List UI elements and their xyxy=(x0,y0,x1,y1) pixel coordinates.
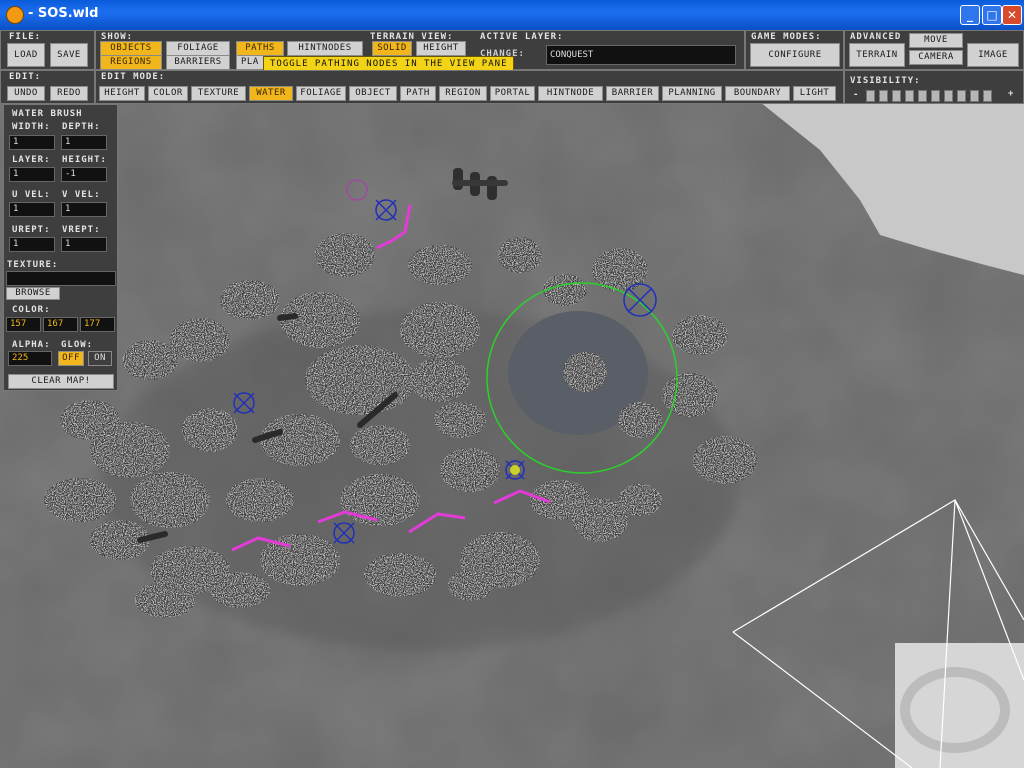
width-label: Width: xyxy=(12,122,51,132)
window-title: - SOS.wld xyxy=(28,6,99,21)
configure-button[interactable]: Configure xyxy=(750,43,840,67)
visibility-decrease-button[interactable]: - xyxy=(853,90,859,100)
game-modes-panel: Game Modes: Configure xyxy=(745,30,844,70)
mode-height-button[interactable]: Height xyxy=(99,86,145,101)
glow-off-toggle[interactable]: Off xyxy=(58,351,84,366)
mode-object-button[interactable]: Object xyxy=(349,86,397,101)
show-regions-toggle[interactable]: Regions xyxy=(100,55,162,70)
edit-panel: Edit: Undo Redo xyxy=(0,70,95,104)
layer-input[interactable]: 1 xyxy=(9,167,55,182)
visibility-slot[interactable] xyxy=(944,90,953,102)
vrept-label: VRept: xyxy=(62,225,101,235)
glow-on-toggle[interactable]: On xyxy=(88,351,112,366)
texture-input[interactable] xyxy=(6,271,116,286)
depth-label: Depth: xyxy=(62,122,101,132)
game-modes-label: Game Modes: xyxy=(751,32,822,42)
pond-edge-foliage xyxy=(618,402,662,438)
close-button[interactable]: ✕ xyxy=(1002,5,1022,25)
load-button[interactable]: Load xyxy=(7,43,45,67)
visibility-label: Visibility: xyxy=(850,76,921,86)
visibility-slot[interactable] xyxy=(970,90,979,102)
world-viewport[interactable] xyxy=(0,30,1024,768)
mode-planning-button[interactable]: Planning xyxy=(662,86,722,101)
edit-mode-label: Edit Mode: xyxy=(101,72,166,82)
uvel-input[interactable]: 1 xyxy=(9,202,55,217)
alpha-label: Alpha: xyxy=(12,340,51,350)
show-foliage-toggle[interactable]: Foliage xyxy=(166,41,230,56)
vrept-input[interactable]: 1 xyxy=(61,237,107,252)
mode-water-button[interactable]: Water xyxy=(249,86,293,101)
file-label: File: xyxy=(9,32,42,42)
layer-label: Layer: xyxy=(12,155,51,165)
uvel-label: U Vel: xyxy=(12,190,51,200)
window-titlebar: - SOS.wld _ □ ✕ xyxy=(0,0,1024,30)
camera-button[interactable]: Camera xyxy=(909,50,963,65)
terrain-height-toggle[interactable]: Height xyxy=(416,41,466,56)
edit-mode-panel: Edit Mode: Height Color Texture Water Fo… xyxy=(95,70,844,104)
image-button[interactable]: Image xyxy=(967,43,1019,67)
mode-region-button[interactable]: Region xyxy=(439,86,487,101)
redo-button[interactable]: Redo xyxy=(50,86,88,101)
move-button[interactable]: Move xyxy=(909,33,963,48)
save-button[interactable]: Save xyxy=(50,43,88,67)
file-panel: File: Load Save xyxy=(0,30,95,70)
visibility-slot[interactable] xyxy=(918,90,927,102)
visibility-slot[interactable] xyxy=(931,90,940,102)
clear-map-button[interactable]: Clear Map! xyxy=(8,374,114,389)
alpha-input[interactable]: 225 xyxy=(8,351,52,366)
objective-marker-icon[interactable] xyxy=(510,465,520,475)
visibility-slot[interactable] xyxy=(866,90,875,102)
advanced-panel: Advanced Terrain Move Camera Image xyxy=(844,30,1024,70)
show-paths-toggle[interactable]: Paths xyxy=(236,41,284,56)
advanced-label: Advanced xyxy=(850,32,902,42)
height-input[interactable]: -1 xyxy=(61,167,107,182)
mode-portal-button[interactable]: Portal xyxy=(490,86,535,101)
visibility-slot[interactable] xyxy=(957,90,966,102)
visibility-slot[interactable] xyxy=(905,90,914,102)
texture-label: Texture: xyxy=(7,260,59,270)
terrain-view[interactable] xyxy=(0,30,1024,768)
edit-label: Edit: xyxy=(9,72,42,82)
advanced-terrain-button[interactable]: Terrain xyxy=(849,43,905,67)
app-icon xyxy=(6,6,24,24)
active-layer-field[interactable]: conquest xyxy=(546,45,736,65)
mode-boundary-button[interactable]: Boundary xyxy=(725,86,790,101)
visibility-slot[interactable] xyxy=(892,90,901,102)
mode-texture-button[interactable]: Texture xyxy=(191,86,246,101)
undo-button[interactable]: Undo xyxy=(7,86,45,101)
height-label: Height: xyxy=(62,155,107,165)
color-blue-input[interactable]: 177 xyxy=(80,317,115,332)
depth-input[interactable]: 1 xyxy=(61,135,107,150)
active-layer-label: Active Layer: xyxy=(480,32,564,42)
show-objects-toggle[interactable]: Objects xyxy=(100,41,162,56)
pond-island-foliage xyxy=(563,352,607,392)
browse-button[interactable]: Browse xyxy=(6,287,60,300)
visibility-slot[interactable] xyxy=(879,90,888,102)
visibility-increase-button[interactable]: + xyxy=(1008,89,1014,99)
minimize-button[interactable]: _ xyxy=(960,5,980,25)
show-hintnodes-toggle[interactable]: HintNodes xyxy=(287,41,363,56)
mode-hintnode-button[interactable]: HintNode xyxy=(538,86,603,101)
mode-light-button[interactable]: Light xyxy=(793,86,836,101)
color-label: Color: xyxy=(12,305,51,315)
urept-input[interactable]: 1 xyxy=(9,237,55,252)
mode-barrier-button[interactable]: Barrier xyxy=(606,86,659,101)
brush-title: Water Brush xyxy=(12,109,83,119)
glow-label: Glow: xyxy=(61,340,94,350)
water-brush-panel: Water Brush Width: Depth: 1 1 Layer: Hei… xyxy=(3,104,118,391)
vvel-input[interactable]: 1 xyxy=(61,202,107,217)
color-red-input[interactable]: 157 xyxy=(6,317,41,332)
mode-color-button[interactable]: Color xyxy=(148,86,188,101)
mode-foliage-button[interactable]: Foliage xyxy=(296,86,346,101)
width-input[interactable]: 1 xyxy=(9,135,55,150)
mode-path-button[interactable]: Path xyxy=(400,86,436,101)
terrain-solid-toggle[interactable]: Solid xyxy=(372,41,412,56)
maximize-button[interactable]: □ xyxy=(982,5,1002,25)
visibility-slot[interactable] xyxy=(983,90,992,102)
show-barriers-toggle[interactable]: Barriers xyxy=(166,55,230,70)
vvel-label: V Vel: xyxy=(62,190,101,200)
urept-label: URept: xyxy=(12,225,51,235)
color-green-input[interactable]: 167 xyxy=(43,317,78,332)
